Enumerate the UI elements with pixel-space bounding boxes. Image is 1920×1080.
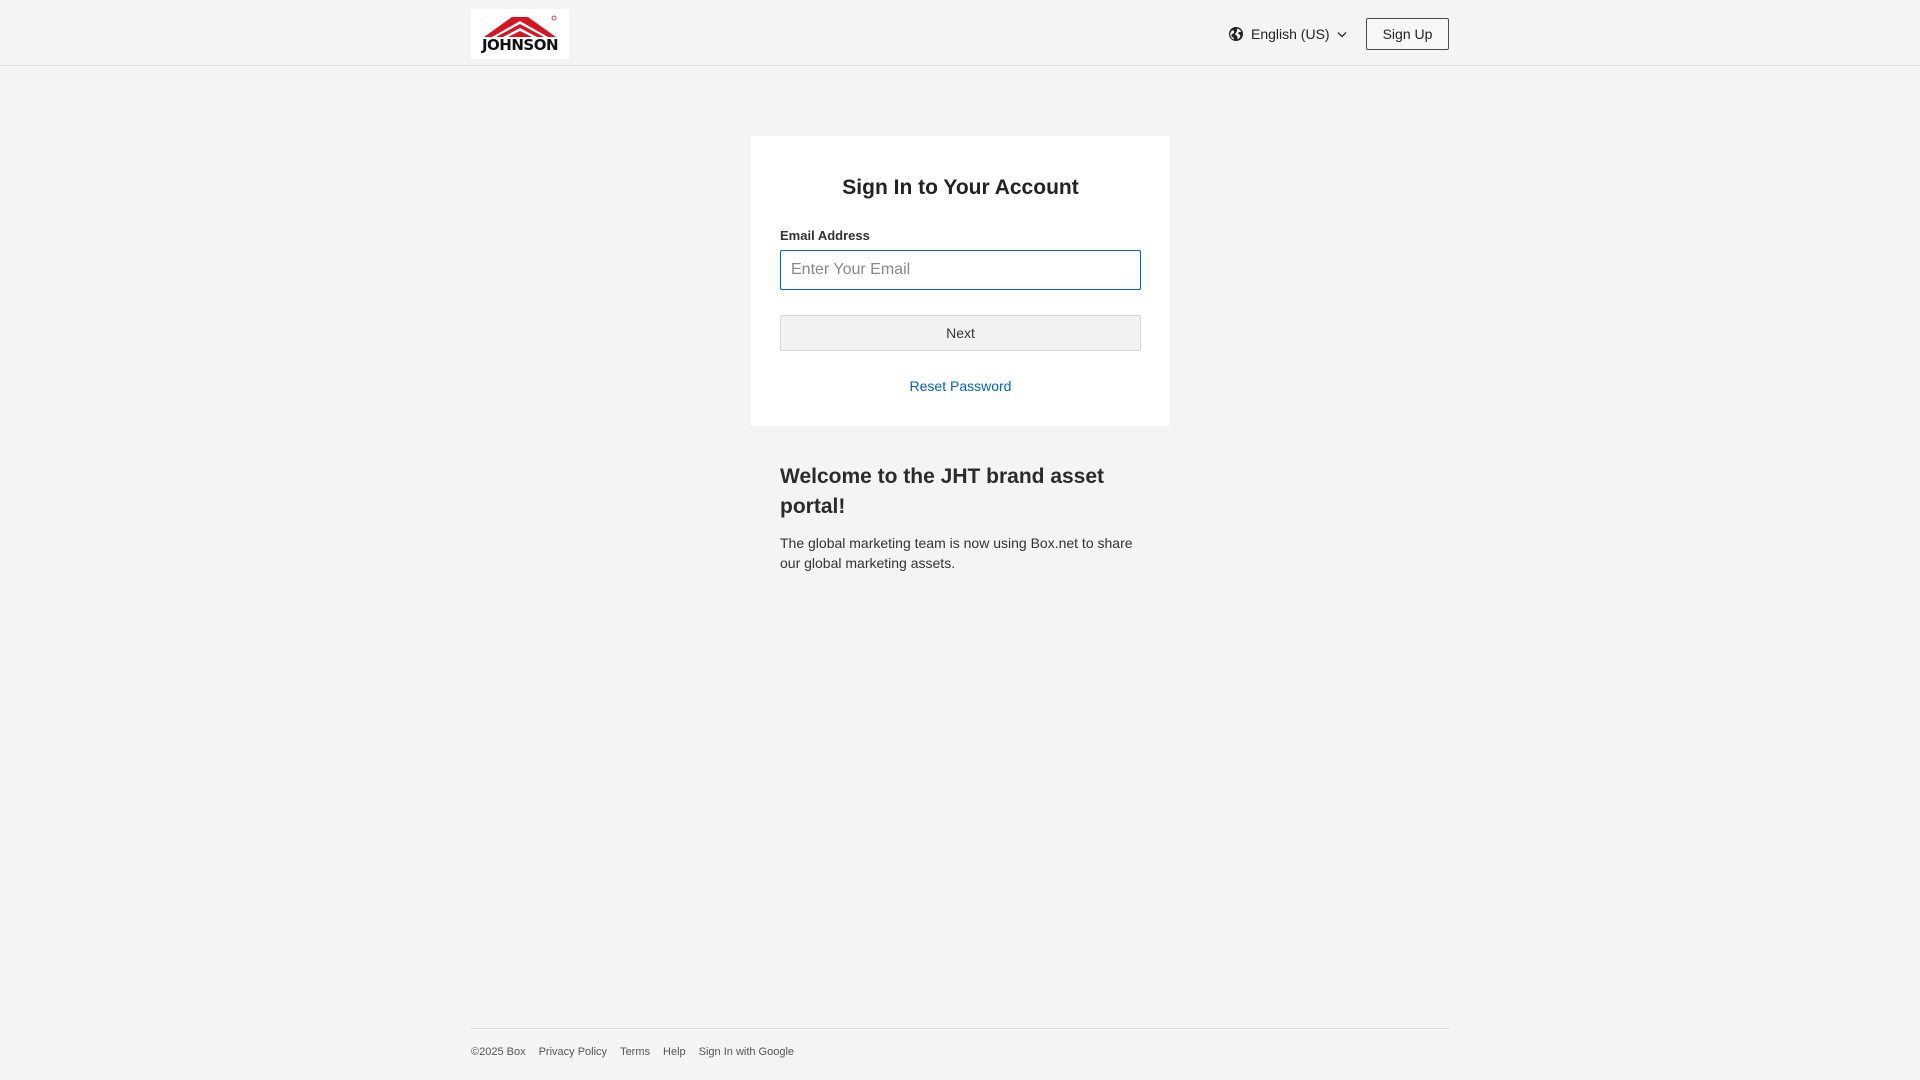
sign-in-card: Sign In to Your Account Email Address Ne…: [751, 136, 1170, 426]
top-header: JOHNSON English (US) Sign Up: [0, 0, 1920, 66]
footer-link-help[interactable]: Help: [663, 1046, 686, 1058]
footer: ©2025 Box Privacy Policy Terms Help Sign…: [471, 1028, 1449, 1058]
page-title: Sign In to Your Account: [842, 176, 1079, 199]
next-button[interactable]: Next: [780, 315, 1141, 351]
language-selector[interactable]: English (US): [1228, 22, 1347, 46]
johnson-logo[interactable]: JOHNSON: [471, 9, 569, 59]
footer-link-privacy-policy[interactable]: Privacy Policy: [539, 1046, 607, 1058]
footer-link-terms[interactable]: Terms: [620, 1046, 650, 1058]
welcome-title: Welcome to the JHT brand asset portal!: [780, 465, 1105, 518]
sign-up-button[interactable]: Sign Up: [1366, 18, 1449, 50]
globe-icon: [1228, 26, 1244, 42]
reset-password-link[interactable]: Reset Password: [751, 378, 1170, 394]
chevron-down-icon: [1337, 31, 1347, 38]
logo-wordmark: JOHNSON: [481, 36, 559, 54]
johnson-logo-mark-icon: [484, 15, 557, 37]
footer-link-sign-in-with-google[interactable]: Sign In with Google: [699, 1046, 794, 1058]
footer-copyright: ©2025 Box: [471, 1046, 526, 1058]
welcome-text: The global marketing team is now using B…: [780, 535, 1133, 571]
language-label: English (US): [1251, 26, 1330, 42]
email-input[interactable]: [780, 250, 1141, 290]
email-label: Email Address: [780, 228, 870, 243]
welcome-section: Welcome to the JHT brand asset portal! T…: [780, 462, 1150, 573]
